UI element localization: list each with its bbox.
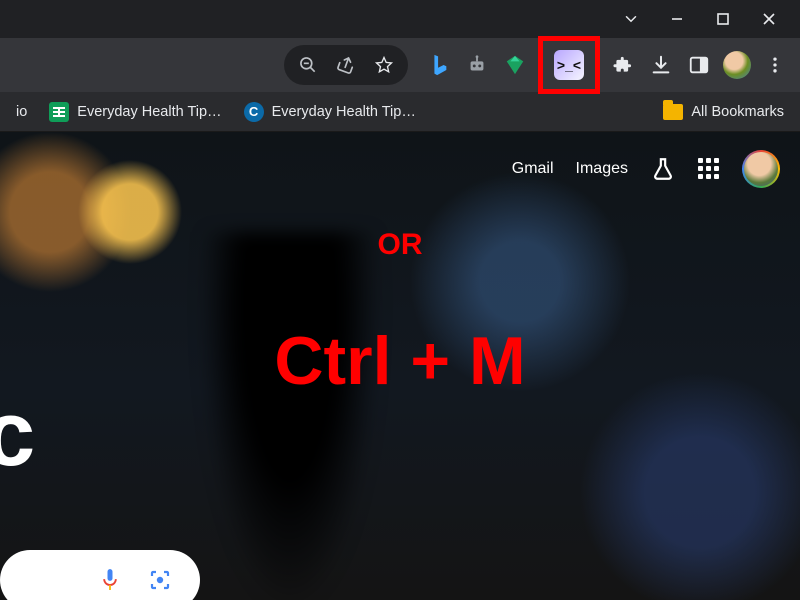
background-silhouette bbox=[200, 232, 380, 600]
minimize-icon bbox=[670, 12, 684, 26]
extension-highlight-box: >_< bbox=[538, 36, 600, 94]
minimize-button[interactable] bbox=[654, 0, 700, 38]
bookmark-label: io bbox=[16, 104, 27, 120]
page-content: Gmail Images OR Ctrl + M c bbox=[0, 132, 800, 600]
c-circle-icon: C bbox=[244, 102, 264, 122]
bookmark-item-health-2[interactable]: C Everyday Health Tip… bbox=[238, 98, 422, 126]
annotation-shortcut: Ctrl + M bbox=[274, 322, 525, 400]
extension-face-glyph: >_< bbox=[557, 57, 581, 73]
avatar-photo bbox=[744, 152, 778, 186]
account-avatar-button[interactable] bbox=[742, 150, 780, 188]
chevron-down-icon bbox=[622, 10, 640, 28]
mic-icon[interactable] bbox=[100, 567, 120, 593]
window-titlebar bbox=[0, 0, 800, 38]
labs-flask-icon[interactable] bbox=[650, 156, 676, 182]
bing-extension-icon[interactable] bbox=[422, 48, 456, 82]
lens-icon[interactable] bbox=[148, 568, 172, 592]
sidepanel-icon[interactable] bbox=[682, 48, 716, 82]
all-bookmarks-button[interactable]: All Bookmarks bbox=[657, 100, 790, 124]
close-button[interactable] bbox=[746, 0, 792, 38]
maximize-button[interactable] bbox=[700, 0, 746, 38]
omnibox-actions bbox=[284, 45, 408, 85]
bookmark-label: Everyday Health Tip… bbox=[272, 104, 416, 120]
diamond-extension-icon[interactable] bbox=[498, 48, 532, 82]
bookmark-item-health-1[interactable]: Everyday Health Tip… bbox=[43, 98, 227, 126]
bookmarks-bar: io Everyday Health Tip… C Everyday Healt… bbox=[0, 92, 800, 132]
close-icon bbox=[762, 12, 776, 26]
kebab-menu-button[interactable] bbox=[758, 48, 792, 82]
bookmark-label: Everyday Health Tip… bbox=[77, 104, 221, 120]
highlighted-extension-icon[interactable]: >_< bbox=[554, 50, 584, 80]
folder-icon bbox=[663, 104, 683, 120]
bookmark-star-icon[interactable] bbox=[374, 55, 394, 75]
extensions-puzzle-icon[interactable] bbox=[606, 48, 640, 82]
robot-extension-icon[interactable] bbox=[460, 48, 494, 82]
browser-toolbar: >_< bbox=[0, 38, 800, 92]
tab-collapse-button[interactable] bbox=[608, 0, 654, 38]
avatar-icon bbox=[723, 51, 751, 79]
zoom-out-icon[interactable] bbox=[298, 55, 318, 75]
partial-logo-letter: c bbox=[0, 382, 35, 487]
gmail-link[interactable]: Gmail bbox=[512, 160, 554, 178]
share-icon[interactable] bbox=[336, 55, 356, 75]
kebab-icon bbox=[765, 55, 785, 75]
apps-grid-icon[interactable] bbox=[698, 158, 720, 180]
bookmark-label: All Bookmarks bbox=[691, 104, 784, 120]
images-link[interactable]: Images bbox=[576, 160, 628, 178]
annotation-or: OR bbox=[378, 228, 423, 262]
maximize-icon bbox=[716, 12, 730, 26]
sheets-icon bbox=[49, 102, 69, 122]
profile-avatar-button[interactable] bbox=[720, 48, 754, 82]
search-box-partial[interactable] bbox=[0, 550, 200, 600]
downloads-icon[interactable] bbox=[644, 48, 678, 82]
bookmark-item-partial[interactable]: io bbox=[10, 100, 33, 124]
google-header-links: Gmail Images bbox=[512, 150, 780, 188]
